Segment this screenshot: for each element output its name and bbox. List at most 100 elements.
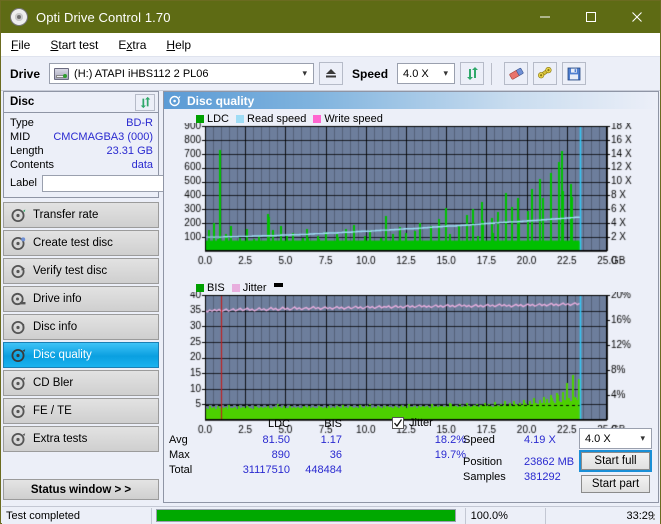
menu-bar: File Start test Extra Help [1,33,660,57]
sidebar-item-fe-te[interactable]: FE / TE [3,398,159,424]
legend-swatch-read-speed [236,115,244,123]
disc-quality-icon [11,348,26,363]
erase-button[interactable] [504,62,528,85]
disc-row-length: Length 23.31 GB [4,144,158,158]
sidebar-item-create-test-disc[interactable]: Create test disc [3,230,159,256]
disc-panel-header: Disc [4,92,158,113]
test-speed-select[interactable]: 4.0 X ▾ [579,428,652,449]
disc-row-contents-value: data [132,159,153,171]
sidebar-item-label: Verify test disc [33,265,107,277]
menu-help[interactable]: Help [156,36,201,54]
status-window-button[interactable]: Status window > > [3,479,159,500]
cd-bler-icon [11,376,26,391]
eject-button[interactable] [319,62,343,85]
disc-test-icon [11,208,26,223]
sidebar-item-cd-bler[interactable]: CD Bler [3,370,159,396]
tools-button[interactable] [533,62,557,85]
stats-col-ldc: LDC [242,418,290,430]
toolbar-separator [491,63,492,85]
sidebar-item-label: FE / TE [33,405,72,417]
disc-burn-icon [11,236,26,251]
window-controls [522,1,660,33]
save-button[interactable] [562,62,586,85]
stats-max-bis: 36 [298,449,342,461]
main-panel-title: Disc quality [187,94,254,108]
main-panel-header: Disc quality [164,92,658,109]
optical-drive-icon [54,68,69,80]
test-speed-value: 4.0 X [585,433,611,445]
close-icon[interactable] [614,1,660,33]
sidebar-item-label: Transfer rate [33,209,98,221]
resize-grip-icon[interactable] [646,511,658,523]
legend-marker [274,283,283,287]
menu-file-label: ile [18,38,30,52]
disc-quality-icon [169,95,181,107]
disc-row-contents-key: Contents [10,159,54,171]
sidebar-item-drive-info[interactable]: Drive info [3,286,159,312]
extra-tests-icon [11,432,26,447]
start-part-button[interactable]: Start part [581,475,650,493]
disc-label-key: Label [10,177,37,189]
maximize-icon[interactable] [568,1,614,33]
refresh-button[interactable] [460,62,484,85]
drive-info-icon [11,292,26,307]
sidebar-item-label: Extra tests [33,433,87,445]
speed-select[interactable]: 4.0 X ▾ [397,63,455,84]
minimize-icon[interactable] [522,1,568,33]
stats-samples-value: 381292 [524,471,561,483]
menu-extra[interactable]: Extra [108,36,156,54]
stats-row-avg-label: Avg [169,434,188,446]
menu-file[interactable]: File [1,36,40,54]
elapsed-time: 33:29 [546,508,660,524]
stats-position-value: 23862 MB [524,456,574,468]
legend-swatch-write-speed [313,115,321,123]
stats-max-jitter: 19.7% [396,449,466,461]
stats-area: LDC BIS Avg 81.50 1.17 18.2% Max 890 36 … [164,416,658,502]
disc-row-length-value: 23.31 GB [107,145,153,157]
menu-start-test[interactable]: Start test [40,36,108,54]
disc-row-type-value: BD-R [126,117,153,129]
sidebar-item-label: Disc quality [33,349,92,361]
toolbar: Drive (H:) ATAPI iHBS112 2 PL06 ▾ Speed … [1,57,660,91]
title-bar: Opti Drive Control 1.70 [1,1,660,33]
drive-select[interactable]: (H:) ATAPI iHBS112 2 PL06 ▾ [49,63,314,84]
disc-row-contents: Contents data [4,158,158,172]
legend-swatch-bis [196,284,204,292]
progress-bar [156,509,456,522]
main-panel: Disc quality LDC Read speed Write speed [163,91,659,503]
status-message: Test completed [2,508,152,524]
chevron-down-icon: ▾ [303,68,308,79]
progress-percent: 100.0% [466,508,547,524]
disc-row-type: Type BD-R [4,116,158,130]
disc-refresh-button[interactable] [135,94,155,111]
sidebar: Disc Type BD-R MID CMCMAGBA3 (000) [3,91,159,503]
stats-position-label: Position [463,456,502,468]
disc-row-mid: MID CMCMAGBA3 (000) [4,130,158,144]
disc-label-row: Label [4,172,158,195]
disc-quality-ldc-chart [164,123,658,275]
jitter-checkbox[interactable] [392,417,404,429]
start-full-button[interactable]: Start full [581,452,650,470]
status-bar: Test completed 100.0% 33:29 [2,506,660,524]
disc-panel-title: Disc [10,96,34,108]
sidebar-item-label: CD Bler [33,377,73,389]
sidebar-item-disc-info[interactable]: Disc info [3,314,159,340]
sidebar-item-extra-tests[interactable]: Extra tests [3,426,159,452]
app-window: Opti Drive Control 1.70 File Start test … [0,0,661,524]
stats-total-ldc: 31117510 [222,464,290,476]
disc-info-icon [11,320,26,335]
stats-speed-value: 4.19 X [524,434,556,446]
sidebar-nav: Transfer rate Create test disc Verify te… [3,202,159,452]
drive-select-value: (H:) ATAPI iHBS112 2 PL06 [74,68,209,80]
sidebar-item-verify-test-disc[interactable]: Verify test disc [3,258,159,284]
sidebar-item-transfer-rate[interactable]: Transfer rate [3,202,159,228]
speed-select-value: 4.0 X [403,68,429,80]
chevron-down-icon: ▾ [444,68,449,79]
sidebar-item-disc-quality[interactable]: Disc quality [3,342,159,368]
stats-max-ldc: 890 [242,449,290,461]
disc-row-mid-key: MID [10,131,30,143]
disc-verify-icon [11,264,26,279]
stats-row-total-label: Total [169,464,192,476]
jitter-checkbox-label: Jitter [409,417,433,429]
disc-row-type-key: Type [10,117,34,129]
